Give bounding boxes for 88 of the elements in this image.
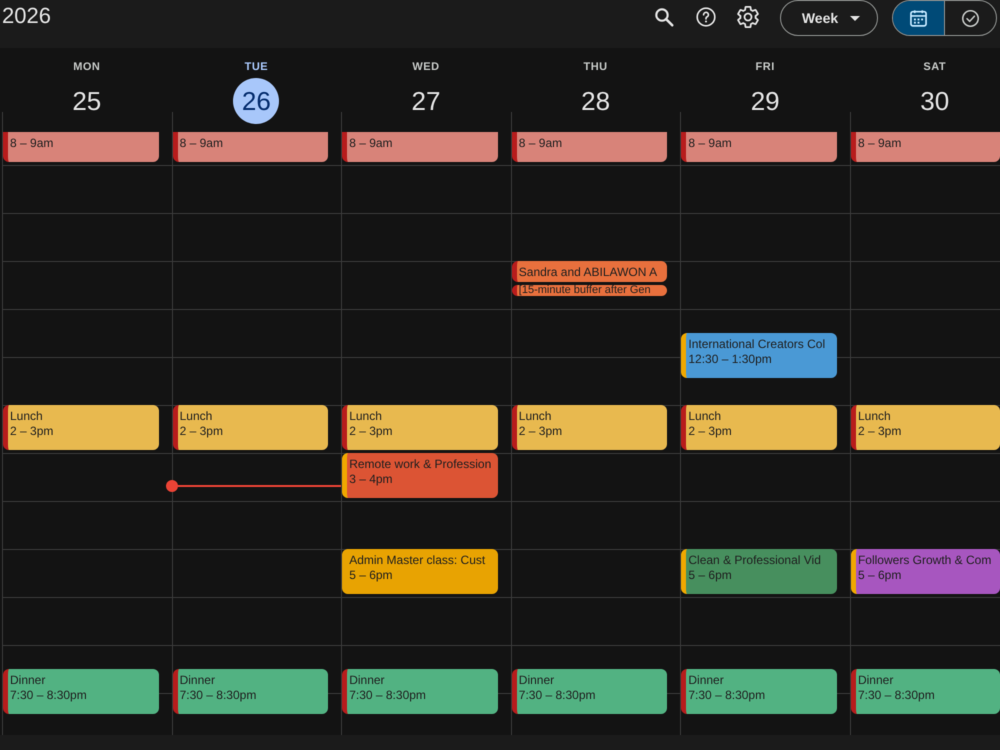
event-time: 5 – 6pm	[858, 568, 902, 583]
event-time: 8 – 9am	[180, 136, 223, 151]
search-icon[interactable]	[653, 6, 675, 28]
event-time: 7:30 – 8:30pm	[10, 688, 87, 703]
view-toggle-button[interactable]	[893, 1, 944, 35]
event-time: 8 – 9am	[349, 136, 393, 151]
calendar-event[interactable]: Dinner 7:30 – 8:30pm	[3, 669, 159, 714]
date-number[interactable]: 27	[412, 86, 440, 116]
weekday-label: THU	[584, 60, 608, 74]
event-title: Dinner	[688, 673, 724, 688]
calendar-event[interactable]: Lunch 2 – 3pm	[342, 405, 498, 450]
weekday-label: FRI	[756, 60, 775, 74]
settings-icon[interactable]	[737, 6, 759, 28]
date-number[interactable]: 29	[750, 86, 780, 116]
calendar-event[interactable]: Dinner 7:30 – 8:30pm	[342, 669, 498, 714]
calendar-event[interactable]: Dinner 7:30 – 8:30pm	[681, 669, 837, 714]
event-time: 7:30 – 8:30pm	[688, 688, 766, 703]
event-time: 2 – 3pm	[688, 424, 732, 439]
event-title: Lunch	[349, 409, 382, 424]
event-time: 12:30 – 1:30pm	[688, 352, 772, 367]
caret-icon	[850, 16, 860, 20]
event-time: 2 – 3pm	[518, 424, 562, 439]
calendar-event[interactable]: [15-minute buffer after Gen	[512, 285, 668, 296]
year-title: 2026	[2, 2, 51, 30]
event-time: 5 – 6pm	[688, 568, 732, 583]
event-time: 2 – 3pm	[180, 424, 223, 439]
event-title: International Creators Col	[688, 337, 826, 352]
event-title: Lunch	[10, 409, 43, 424]
event-time: 3 – 4pm	[349, 472, 393, 487]
event-time: 7:30 – 8:30pm	[518, 688, 596, 703]
date-number[interactable]: 25	[72, 86, 102, 116]
calendar-event[interactable]: 8 – 9am	[342, 132, 498, 162]
event-title: Sandra and ABILAWON A	[518, 265, 658, 280]
calendar-event[interactable]: Admin Master class: Cust 5 – 6pm	[342, 549, 498, 594]
calendar-event[interactable]: 8 – 9am	[512, 132, 668, 162]
event-title: Lunch	[858, 409, 891, 424]
calendar-icon	[910, 10, 927, 26]
view-menu-button[interactable]: Week	[780, 0, 878, 36]
calendar-event[interactable]: Followers Growth & Com 5 – 6pm	[850, 549, 1000, 594]
help-icon[interactable]	[695, 6, 717, 28]
event-title: Lunch	[180, 409, 212, 424]
weekday-label: MON	[73, 60, 100, 74]
calendar-event[interactable]: Lunch 2 – 3pm	[681, 405, 837, 450]
calendar-event[interactable]: 8 – 9am	[3, 132, 159, 162]
calendar-event[interactable]: Dinner 7:30 – 8:30pm	[172, 669, 328, 714]
event-time: 7:30 – 8:30pm	[858, 688, 935, 703]
event-title: Dinner	[349, 673, 385, 688]
calendar-event[interactable]: Sandra and ABILAWON A	[512, 261, 668, 282]
weekday-label: SAT	[923, 60, 946, 74]
event-time: 7:30 – 8:30pm	[349, 688, 426, 703]
calendar-event[interactable]: Lunch 2 – 3pm	[512, 405, 668, 450]
event-time: 2 – 3pm	[349, 424, 393, 439]
calendar-event[interactable]: Remote work & Profession 3 – 4pm	[342, 453, 498, 498]
event-title: Lunch	[518, 409, 552, 424]
calendar-event[interactable]: Lunch 2 – 3pm	[172, 405, 328, 450]
calendar-event[interactable]: 8 – 9am	[681, 132, 837, 162]
event-title: Remote work & Profession	[349, 457, 492, 472]
event-time: 7:30 – 8:30pm	[180, 688, 256, 703]
check-circle-icon	[962, 10, 979, 26]
event-time: 8 – 9am	[10, 136, 54, 151]
event-time: 8 – 9am	[518, 136, 562, 151]
event-time: 5 – 6pm	[349, 568, 393, 583]
calendar-event[interactable]: 8 – 9am	[172, 132, 328, 162]
weekday-label: WED	[412, 60, 440, 74]
event-time: 8 – 9am	[858, 136, 902, 151]
date-number[interactable]: 28	[581, 86, 610, 116]
event-title: Admin Master class: Cust	[349, 553, 486, 568]
event-title: Lunch	[688, 409, 722, 424]
calendar-event[interactable]: Lunch 2 – 3pm	[3, 405, 159, 450]
weekday-label: TUE	[244, 60, 268, 74]
event-title: Dinner	[858, 673, 894, 688]
event-title: Clean & Professional Vid	[688, 553, 821, 568]
event-title: Followers Growth & Com	[858, 553, 992, 568]
event-title: [15-minute buffer after Gen	[518, 285, 651, 296]
date-number[interactable]: 30	[920, 86, 950, 116]
calendar-event[interactable]: Dinner 7:30 – 8:30pm	[512, 669, 668, 714]
event-time: 8 – 9am	[688, 136, 732, 151]
event-title: Dinner	[518, 673, 554, 688]
calendar-event[interactable]: Dinner 7:30 – 8:30pm	[850, 669, 1000, 714]
event-title: Dinner	[10, 673, 46, 688]
event-time: 2 – 3pm	[10, 424, 54, 439]
calendar-event[interactable]: Lunch 2 – 3pm	[850, 405, 1000, 450]
event-title: Dinner	[180, 673, 215, 688]
calendar-event[interactable]: Clean & Professional Vid 5 – 6pm	[681, 549, 837, 594]
date-number[interactable]: 26	[233, 78, 280, 124]
calendar-event[interactable]: International Creators Col 12:30 – 1:30pm	[681, 333, 837, 378]
calendar-event[interactable]: 8 – 9am	[850, 132, 1000, 162]
event-time: 2 – 3pm	[858, 424, 902, 439]
